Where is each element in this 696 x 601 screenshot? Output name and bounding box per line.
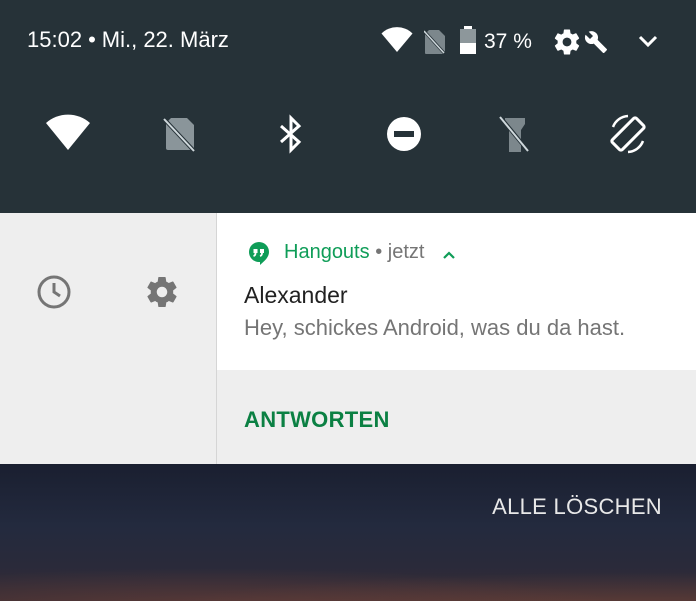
notification-guts: [0, 213, 217, 464]
status-time: 15:02: [27, 27, 83, 53]
do-not-disturb-tile-icon[interactable]: [380, 110, 428, 158]
wifi-status-icon: [381, 27, 413, 52]
battery-percent: 37 %: [484, 30, 532, 53]
notification-actions: ANTWORTEN: [217, 370, 696, 464]
notification-area: Hangouts • jetzt Alexander Hey, schickes…: [0, 213, 696, 464]
quick-settings-tiles: [0, 100, 696, 164]
snooze-clock-icon[interactable]: [36, 274, 72, 310]
notification-settings-gear-icon[interactable]: [144, 274, 180, 310]
hangouts-icon: [249, 242, 269, 265]
no-sim-status-icon: [424, 30, 446, 55]
notification-header: Hangouts • jetzt: [284, 241, 424, 264]
header-separator: •: [375, 241, 383, 263]
no-sim-tile-icon[interactable]: [156, 110, 204, 158]
notification-title: Alexander: [244, 282, 348, 308]
clear-all-button[interactable]: ALLE LÖSCHEN: [492, 494, 662, 520]
reply-button[interactable]: ANTWORTEN: [244, 407, 390, 433]
notification-text: Hey, schickes Android, was du da hast.: [244, 315, 626, 340]
settings-gear-icon[interactable]: [552, 27, 582, 57]
notification-card[interactable]: Hangouts • jetzt Alexander Hey, schickes…: [217, 213, 696, 370]
flashlight-tile-icon[interactable]: [491, 110, 539, 158]
app-name: Hangouts: [284, 241, 370, 263]
expand-chevron-up-icon[interactable]: [442, 250, 456, 260]
bluetooth-tile-icon[interactable]: [267, 110, 315, 158]
wallpaper-background: ALLE LÖSCHEN: [0, 464, 696, 601]
status-bar: 15:02 • Mi., 22. März 37 %: [0, 0, 696, 80]
wallpaper-glow: [0, 561, 696, 601]
auto-rotate-tile-icon[interactable]: [604, 110, 652, 158]
status-datetime: 15:02 • Mi., 22. März: [27, 26, 229, 53]
battery-icon: [460, 26, 476, 54]
wrench-icon[interactable]: [584, 30, 608, 54]
quick-settings-panel: 15:02 • Mi., 22. März 37 %: [0, 0, 696, 213]
status-date: Mi., 22. März: [101, 27, 229, 53]
wifi-tile-icon[interactable]: [44, 110, 92, 158]
notification-time: jetzt: [387, 241, 425, 263]
status-separator: •: [88, 27, 96, 53]
chevron-down-icon[interactable]: [636, 32, 660, 50]
